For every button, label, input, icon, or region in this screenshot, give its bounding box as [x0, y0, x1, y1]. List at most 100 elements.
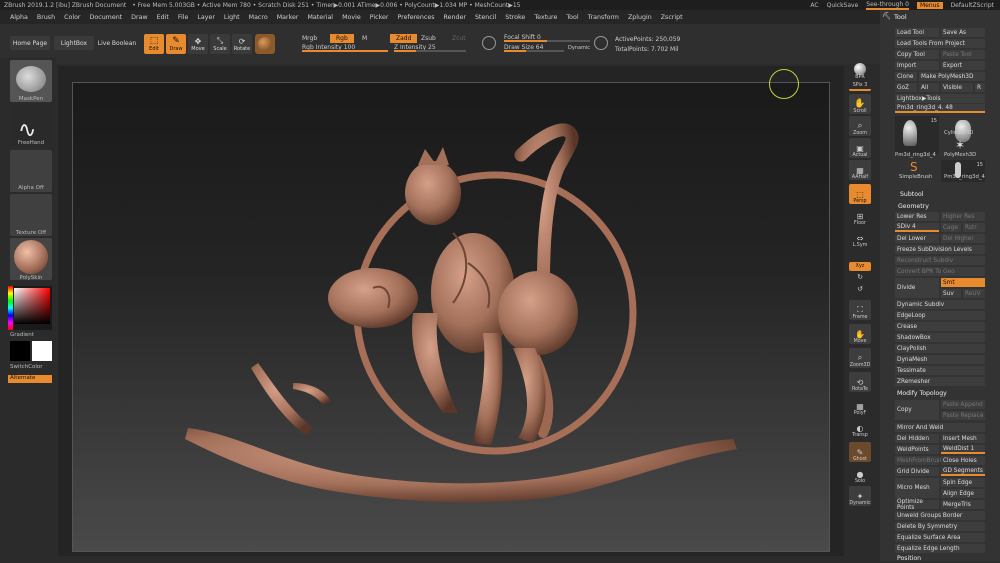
spix-slider[interactable]: SPix 3 [849, 82, 871, 91]
menus-button[interactable]: Menus [916, 1, 943, 9]
scale-button[interactable]: ⤡ Scale [210, 34, 230, 54]
r-button[interactable]: R [975, 83, 985, 92]
lsym-button[interactable]: ⇔ L.Sym [849, 228, 871, 248]
current-tool-slider[interactable]: Pm3d_ring3d_4. 48 [895, 104, 985, 113]
rotate-view-button[interactable]: ⟲ RotaTe [849, 372, 871, 392]
zoom3d-button[interactable]: ⌕ Zoom3D [849, 348, 871, 368]
crease-button[interactable]: Crease [895, 322, 985, 331]
rgb-button[interactable]: Rgb [330, 34, 354, 43]
grid-divide-button[interactable]: Grid Divide [895, 467, 939, 476]
ac-button[interactable]: AC [810, 2, 818, 9]
menu-color[interactable]: Color [64, 14, 80, 21]
navigation-gizmo-icon[interactable] [769, 69, 799, 99]
load-tools-from-project-button[interactable]: Load Tools From Project [895, 39, 985, 48]
save-as-button[interactable]: Save As [941, 28, 985, 37]
del-higher-button[interactable]: Del Higher [941, 234, 985, 243]
lightbox-button[interactable]: LightBox [54, 36, 94, 50]
close-holes-button[interactable]: Close Holes [941, 456, 985, 465]
actual-button[interactable]: ▣ Actual [849, 138, 871, 158]
welddist-slider[interactable]: WeldDist 1 [941, 445, 985, 454]
tool-thumb-ring[interactable]: 15 [895, 116, 939, 154]
m-button[interactable]: M [362, 35, 367, 42]
menu-transform[interactable]: Transform [588, 14, 619, 21]
rgb-intensity-slider[interactable]: Rgb Intensity 100 [302, 44, 388, 52]
rotate-axis-y-button[interactable]: ↻ [849, 272, 871, 282]
scroll-button[interactable]: ✋ Scroll [849, 94, 871, 114]
menu-brush[interactable]: Brush [37, 14, 55, 21]
menu-picker[interactable]: Picker [370, 14, 389, 21]
ghost-button[interactable]: ✎ Ghost [849, 442, 871, 462]
polyf-button[interactable]: ▦ PolyF [849, 396, 871, 416]
geometry-header[interactable]: Geometry [898, 201, 929, 211]
alternate-button[interactable]: Alternate [8, 375, 52, 383]
menu-draw[interactable]: Draw [131, 14, 147, 21]
draw-button[interactable]: ✎ Draw [166, 34, 186, 54]
material-slot[interactable] [10, 238, 52, 280]
menu-preferences[interactable]: Preferences [397, 14, 434, 21]
shadowbox-button[interactable]: ShadowBox [895, 333, 985, 342]
paste-replace-button[interactable]: Paste Replace [941, 411, 985, 420]
higher-res-button[interactable]: Higher Res [941, 212, 985, 221]
xyz-button[interactable]: Xyz [849, 262, 871, 271]
home-page-button[interactable]: Home Page [10, 36, 50, 50]
see-through-slider[interactable]: See-through 0 [866, 1, 909, 10]
live-boolean-button[interactable]: Live Boolean [96, 36, 138, 50]
spin-edge-button[interactable]: Spin Edge [941, 478, 985, 487]
copy-button[interactable]: Copy [895, 400, 939, 420]
dynamic-subdiv-button[interactable]: Dynamic Subdiv [895, 300, 985, 309]
main-color-swatch[interactable] [10, 341, 30, 361]
menu-alpha[interactable]: Alpha [10, 14, 28, 21]
import-button[interactable]: Import [895, 61, 939, 70]
persp-button[interactable]: ⬚ Persp [849, 184, 871, 204]
visible-button[interactable]: Visible [941, 83, 973, 92]
reconstruct-subdiv-button[interactable]: Reconstruct Subdiv [895, 256, 985, 265]
make-polymesh3d-button[interactable]: Make PolyMesh3D [919, 72, 985, 81]
export-button[interactable]: Export [941, 61, 985, 70]
micro-mesh-button[interactable]: Micro Mesh [895, 478, 939, 498]
gd-segments-slider[interactable]: GD Segments [941, 467, 985, 476]
equalize-surface-area-button[interactable]: Equalize Surface Area [895, 533, 985, 542]
menu-layer[interactable]: Layer [197, 14, 215, 21]
del-hidden-button[interactable]: Del Hidden [895, 434, 939, 443]
cage-button[interactable]: Cage [941, 223, 961, 232]
aahalf-button[interactable]: ▦ AAHalf [849, 160, 871, 180]
menu-stroke[interactable]: Stroke [505, 14, 525, 21]
menu-edit[interactable]: Edit [157, 14, 169, 21]
menu-tool[interactable]: Tool [566, 14, 578, 21]
convert-bpr-button[interactable]: Convert BPR To Geo [895, 267, 985, 276]
insert-mesh-button[interactable]: Insert Mesh [941, 434, 985, 443]
zadd-button[interactable]: Zadd [390, 34, 418, 43]
secondary-color-swatch[interactable] [32, 341, 52, 361]
zoom-button[interactable]: ⌕ Zoom [849, 116, 871, 136]
switchcolor-button[interactable]: SwitchColor [10, 364, 52, 370]
color-picker[interactable] [8, 286, 52, 330]
menu-document[interactable]: Document [90, 14, 123, 21]
paste-append-button[interactable]: Paste Append [941, 400, 985, 409]
default-zscript-button[interactable]: DefaultZScript [951, 2, 994, 9]
menu-marker[interactable]: Marker [277, 14, 299, 21]
floor-button[interactable]: ⊞ Floor [849, 206, 871, 226]
menu-macro[interactable]: Macro [249, 14, 268, 21]
zremesher-button[interactable]: ZRemesher [895, 377, 985, 386]
material-button[interactable] [255, 34, 275, 54]
mrgb-button[interactable]: Mrgb [302, 35, 317, 42]
zsub-button[interactable]: Zsub [421, 35, 436, 42]
zcut-button[interactable]: Zcut [452, 35, 466, 42]
menu-zplugin[interactable]: Zplugin [628, 14, 652, 21]
menu-light[interactable]: Light [224, 14, 240, 21]
frame-button[interactable]: ⛶ Frame [849, 300, 871, 320]
subtool-header[interactable]: Subtool [900, 189, 924, 199]
suv-button[interactable]: Suv [941, 289, 961, 298]
draw-size-slider[interactable]: Draw Size 64 [504, 44, 564, 52]
sdiv-slider[interactable]: SDiv 4 [895, 223, 939, 232]
dynamic-view-button[interactable]: ✦ Dynamic [849, 486, 871, 506]
lightbox-tools-button[interactable]: Lightbox▶Tools [895, 94, 985, 103]
menu-render[interactable]: Render [444, 14, 466, 21]
dynamic-button[interactable]: Dynamic [568, 45, 590, 51]
menu-file[interactable]: File [178, 14, 189, 21]
del-lower-button[interactable]: Del Lower [895, 234, 939, 243]
equalize-edge-length-button[interactable]: Equalize Edge Length [895, 544, 985, 553]
clone-button[interactable]: Clone [895, 72, 917, 81]
goz-button[interactable]: GoZ [895, 83, 917, 92]
smt-button[interactable]: Smt [941, 278, 985, 287]
